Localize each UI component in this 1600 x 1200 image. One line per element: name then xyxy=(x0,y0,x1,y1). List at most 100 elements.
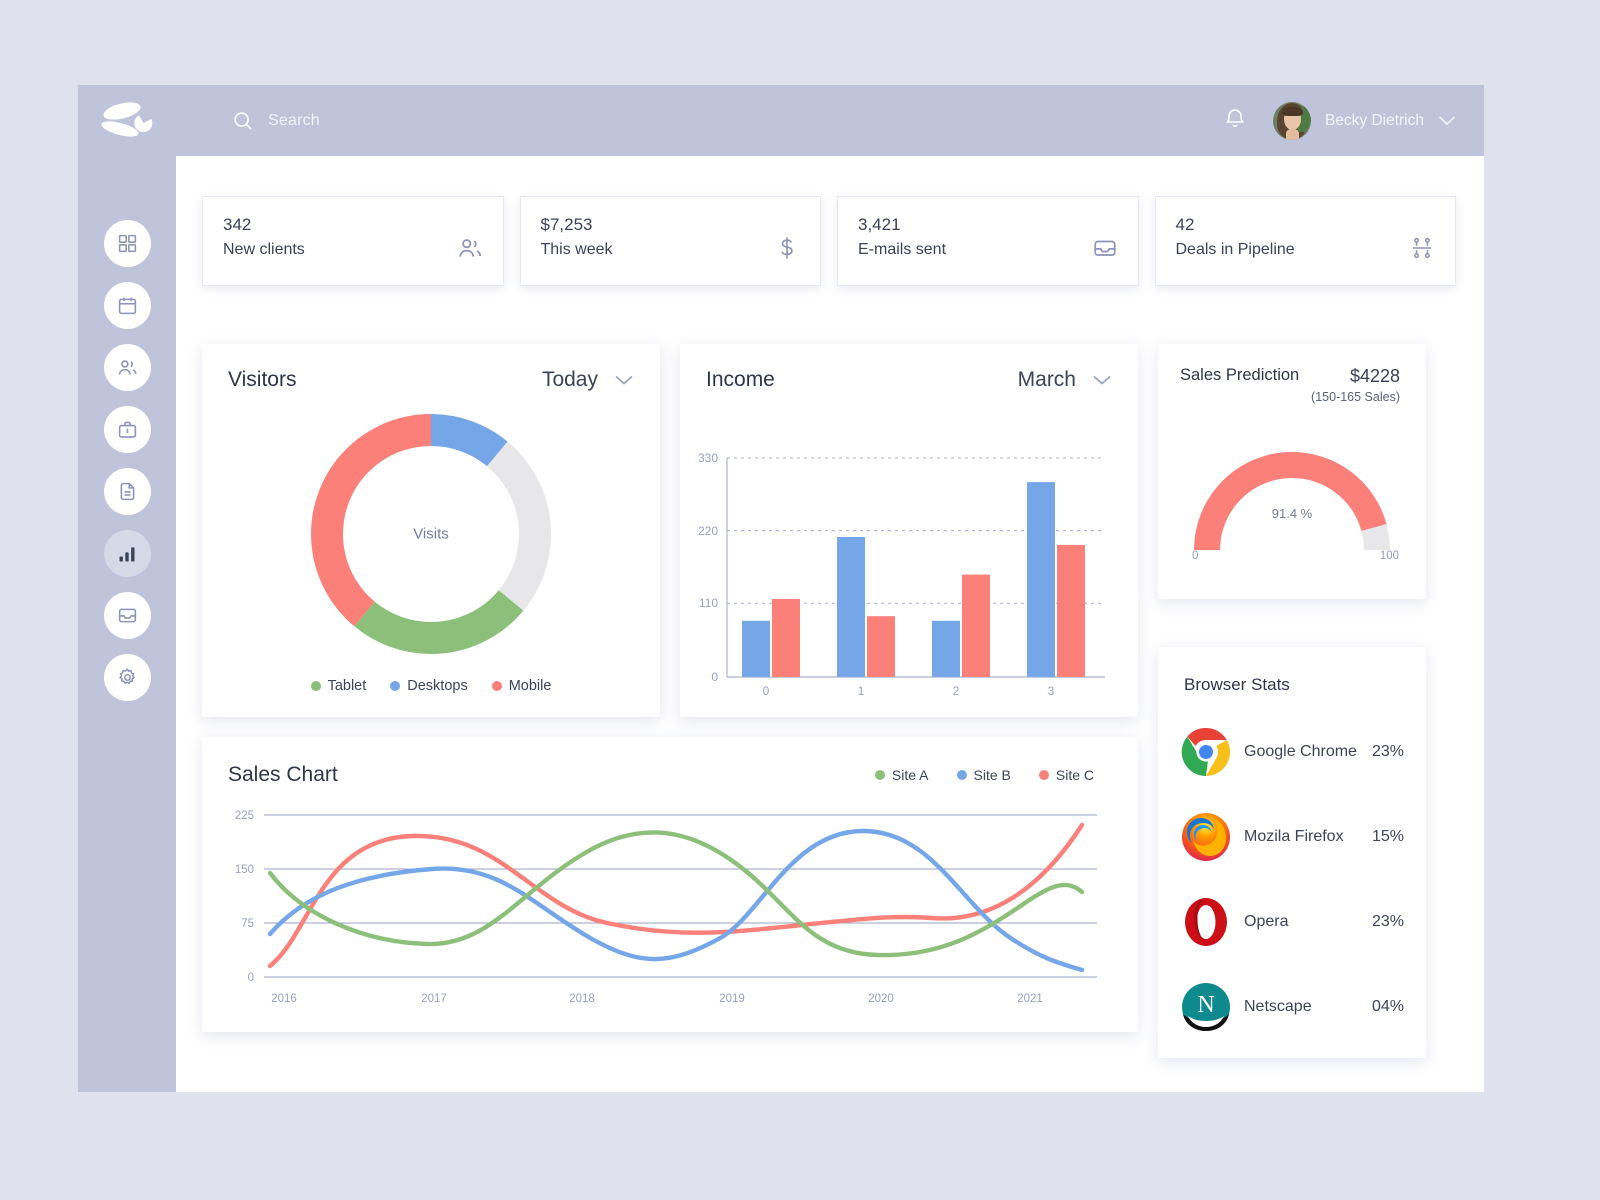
stat-label: New clients xyxy=(223,240,305,258)
search-input[interactable]: Search xyxy=(232,110,320,132)
legend-item-site-b[interactable]: Site B xyxy=(956,767,1011,783)
list-item[interactable]: Google Chrome 23% xyxy=(1180,709,1404,794)
sidebar-item-clients[interactable] xyxy=(103,344,151,391)
app-logo[interactable] xyxy=(78,85,176,156)
charts-left-column: Visitors Today Visits Tablet Desktops Mo… xyxy=(202,344,1138,1032)
dashboard-content: 342 New clients $7,253 This week 3,421 E… xyxy=(176,156,1484,1092)
sales-card-header: Sales Chart Site A Site B Site C xyxy=(202,737,1138,787)
grid-icon xyxy=(118,234,136,253)
browser-stats-list: Google Chrome 23% Mozila Firefox 15% Ope… xyxy=(1158,695,1426,1049)
x-tick-2021: 2021 xyxy=(1017,993,1043,1005)
sales-prediction-gauge: 91.4 % 0 100 xyxy=(1158,410,1426,575)
income-title: Income xyxy=(706,368,775,391)
y-tick-0: 0 xyxy=(248,972,254,984)
visitors-legend: Tablet Desktops Mobile xyxy=(202,678,660,694)
legend-dot-desktops xyxy=(390,681,401,691)
visitors-period-select[interactable]: Today xyxy=(542,368,634,392)
y-tick-220: 220 xyxy=(698,524,718,538)
document-icon xyxy=(120,482,134,501)
briefcase-icon xyxy=(118,421,136,438)
pipeline-icon xyxy=(1409,235,1435,266)
gauge-min-label: 0 xyxy=(1192,550,1199,562)
sidebar-item-dashboard[interactable] xyxy=(103,220,151,267)
sidebar-item-settings[interactable] xyxy=(103,654,151,701)
legend-item-desktops[interactable]: Desktops xyxy=(390,678,468,694)
series-site-c xyxy=(267,822,1085,969)
sidebar-item-projects[interactable] xyxy=(103,406,151,453)
legend-dot-site-b xyxy=(956,770,967,780)
prediction-amount: $4228 xyxy=(1349,366,1400,386)
search-icon xyxy=(234,111,252,130)
browser-name: Mozila Firefox xyxy=(1244,827,1344,845)
dragonfly-logo-icon xyxy=(101,101,153,137)
y-tick-75: 75 xyxy=(241,918,254,930)
stat-card-emails-sent[interactable]: 3,421 E-mails sent xyxy=(837,196,1139,286)
stat-card-new-clients[interactable]: 342 New clients xyxy=(202,196,504,286)
chevron-down-icon xyxy=(1438,116,1456,126)
netscape-icon: N xyxy=(1180,981,1232,1033)
bar-red-3 xyxy=(1057,544,1085,677)
gear-icon xyxy=(118,668,135,685)
y-tick-110: 110 xyxy=(699,596,718,610)
charts-grid: Visitors Today Visits Tablet Desktops Mo… xyxy=(202,344,1456,1058)
charts-right-column: Sales Prediction $4228 (150-165 Sales) 9… xyxy=(1158,344,1426,1058)
legend-item-site-c[interactable]: Site C xyxy=(1038,767,1094,783)
inbox-icon xyxy=(118,608,136,623)
legend-item-mobile[interactable]: Mobile xyxy=(491,678,551,694)
legend-label: Site B xyxy=(973,767,1011,783)
prediction-title: Sales Prediction xyxy=(1180,366,1300,384)
list-item[interactable]: N Netscape 04% xyxy=(1180,964,1404,1049)
bar-red-0 xyxy=(772,599,800,677)
x-tick-2017: 2017 xyxy=(421,993,447,1005)
list-item[interactable]: Opera 23% xyxy=(1180,879,1404,964)
charts-top-row: Visitors Today Visits Tablet Desktops Mo… xyxy=(202,344,1138,717)
legend-label: Tablet xyxy=(327,678,367,694)
x-tick-2016: 2016 xyxy=(271,993,297,1005)
y-tick-0: 0 xyxy=(711,670,718,684)
browser-name: Netscape xyxy=(1244,997,1312,1015)
bar-chart-icon xyxy=(119,546,135,561)
stat-label: This week xyxy=(540,240,613,258)
sidebar-item-documents[interactable] xyxy=(103,468,151,515)
stat-card-this-week[interactable]: $7,253 This week xyxy=(519,196,821,286)
x-tick-0: 0 xyxy=(763,684,770,698)
bar-red-2 xyxy=(962,574,990,677)
svg-text:N: N xyxy=(1197,992,1214,1018)
notifications-button[interactable] xyxy=(1223,106,1247,136)
stat-cards-row: 342 New clients $7,253 This week 3,421 E… xyxy=(202,196,1456,286)
visitors-donut-chart: Visits xyxy=(202,400,660,668)
app-window: Search Becky Dietrich 342 New clients $7… xyxy=(78,85,1484,1092)
list-item[interactable]: Mozila Firefox 15% xyxy=(1180,794,1404,879)
gauge-svg xyxy=(1194,452,1390,551)
users-icon xyxy=(118,360,137,375)
prediction-header: Sales Prediction $4228 (150-165 Sales) xyxy=(1158,344,1426,404)
topbar: Search Becky Dietrich xyxy=(176,85,1484,156)
user-name: Becky Dietrich xyxy=(1324,111,1424,129)
sales-chart-card: Sales Chart Site A Site B Site C 225 150… xyxy=(202,737,1138,1032)
users-icon xyxy=(457,235,483,266)
firefox-icon xyxy=(1180,811,1232,863)
legend-label: Site A xyxy=(891,767,929,783)
income-bar-chart: 330 220 110 0 0 1 2 3 xyxy=(680,406,1138,721)
sales-title: Sales Chart xyxy=(228,763,338,786)
search-placeholder: Search xyxy=(268,111,320,129)
main-area: Search Becky Dietrich 342 New clients $7… xyxy=(176,85,1484,1092)
income-period-select[interactable]: March xyxy=(1018,368,1112,392)
stat-card-deals-in-pipeline[interactable]: 42 Deals in Pipeline xyxy=(1154,196,1456,286)
browser-stats-card: Browser Stats Google Chrome 23% Mozila F… xyxy=(1158,647,1426,1058)
sidebar-item-inbox[interactable] xyxy=(103,592,151,639)
user-menu[interactable]: Becky Dietrich xyxy=(1272,101,1456,140)
bar-blue-1 xyxy=(837,537,865,677)
dollar-icon xyxy=(774,235,800,268)
sales-line-chart: 225 150 75 0 2016 2017 2018 2019 2020 20… xyxy=(235,810,1097,1005)
sidebar-item-calendar[interactable] xyxy=(103,282,151,329)
bell-icon xyxy=(1225,108,1245,127)
income-card-header: Income March xyxy=(680,344,1138,392)
stat-value: 342 xyxy=(223,215,252,234)
inbox-icon xyxy=(1092,235,1118,266)
visitors-card: Visitors Today Visits Tablet Desktops Mo… xyxy=(202,344,660,717)
legend-item-tablet[interactable]: Tablet xyxy=(310,678,367,694)
legend-item-site-a[interactable]: Site A xyxy=(874,767,929,783)
legend-dot-tablet xyxy=(310,681,321,691)
sidebar-item-reports[interactable] xyxy=(103,530,151,577)
